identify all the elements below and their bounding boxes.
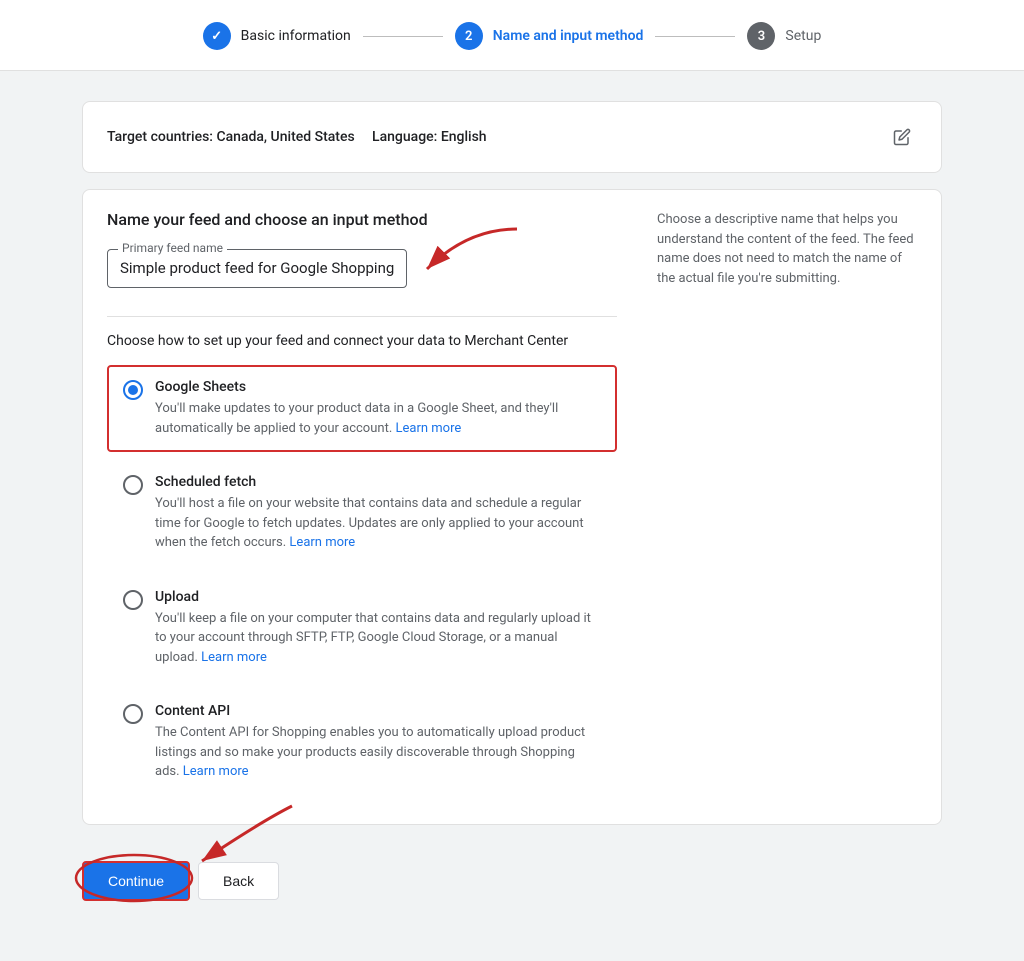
input-value: Simple product feed for Google Shopping xyxy=(120,258,394,279)
feed-help-text: Choose a descriptive name that helps you… xyxy=(657,210,917,804)
step-3-label: Setup xyxy=(785,28,821,44)
stepper: ✓ Basic information 2 Name and input met… xyxy=(0,0,1024,71)
upload-learn-more[interactable]: Learn more xyxy=(201,650,267,665)
content-api-title: Content API xyxy=(155,703,601,719)
step-1: ✓ Basic information xyxy=(203,22,351,50)
arrow-annotation xyxy=(407,219,527,299)
google-sheets-desc-text: You'll make updates to your product data… xyxy=(155,401,558,436)
step-3-circle: 3 xyxy=(747,22,775,50)
edit-button[interactable] xyxy=(887,122,917,152)
google-sheets-desc: You'll make updates to your product data… xyxy=(155,399,601,438)
upload-content: Upload You'll keep a file on your comput… xyxy=(155,589,601,668)
step-2-label: Name and input method xyxy=(493,28,644,44)
feed-card-left: Name your feed and choose an input metho… xyxy=(107,210,617,804)
continue-wrapper: Continue xyxy=(82,861,190,901)
radio-scheduled-fetch[interactable] xyxy=(123,475,143,495)
target-countries-value: Canada, United States xyxy=(216,129,354,145)
language-label: Language: xyxy=(372,129,437,145)
google-sheets-title: Google Sheets xyxy=(155,379,601,395)
upload-desc: You'll keep a file on your computer that… xyxy=(155,609,601,668)
step-3: 3 Setup xyxy=(747,22,821,50)
back-button[interactable]: Back xyxy=(198,862,279,900)
scheduled-fetch-content: Scheduled fetch You'll host a file on yo… xyxy=(155,474,601,553)
step-connector-2 xyxy=(655,36,735,37)
feed-card: Name your feed and choose an input metho… xyxy=(82,189,942,825)
info-bar-text: Target countries: Canada, United States … xyxy=(107,129,487,145)
input-label: Primary feed name xyxy=(118,241,227,255)
continue-button[interactable]: Continue xyxy=(82,861,190,901)
divider xyxy=(107,316,617,317)
option-upload[interactable]: Upload You'll keep a file on your comput… xyxy=(107,575,617,682)
feed-card-inner: Name your feed and choose an input metho… xyxy=(107,210,917,804)
scheduled-fetch-desc-text: You'll host a file on your website that … xyxy=(155,496,584,550)
scheduled-fetch-title: Scheduled fetch xyxy=(155,474,601,490)
option-scheduled-fetch[interactable]: Scheduled fetch You'll host a file on yo… xyxy=(107,460,617,567)
google-sheets-content: Google Sheets You'll make updates to you… xyxy=(155,379,601,438)
scheduled-fetch-learn-more[interactable]: Learn more xyxy=(289,535,355,550)
upload-title: Upload xyxy=(155,589,601,605)
option-content-api[interactable]: Content API The Content API for Shopping… xyxy=(107,689,617,796)
actions-bar: Continue Back xyxy=(82,841,942,931)
step-1-circle: ✓ xyxy=(203,22,231,50)
step-2-circle: 2 xyxy=(455,22,483,50)
target-countries-label: Target countries: xyxy=(107,129,213,145)
radio-google-sheets[interactable] xyxy=(123,380,143,400)
language-value: English xyxy=(441,129,487,145)
step-connector-1 xyxy=(363,36,443,37)
continue-button-container: Continue xyxy=(82,861,190,901)
content-api-learn-more[interactable]: Learn more xyxy=(183,764,249,779)
scheduled-fetch-desc: You'll host a file on your website that … xyxy=(155,494,601,553)
feed-name-wrapper: Primary feed name Simple product feed fo… xyxy=(107,249,407,288)
step-2: 2 Name and input method xyxy=(455,22,644,50)
option-google-sheets[interactable]: Google Sheets You'll make updates to you… xyxy=(107,365,617,452)
feed-section-title: Name your feed and choose an input metho… xyxy=(107,210,617,229)
radio-options: Google Sheets You'll make updates to you… xyxy=(107,365,617,796)
step-1-label: Basic information xyxy=(241,28,351,44)
info-bar-card: Target countries: Canada, United States … xyxy=(82,101,942,173)
edit-icon xyxy=(893,128,911,146)
radio-content-api[interactable] xyxy=(123,704,143,724)
feed-name-input-group[interactable]: Primary feed name Simple product feed fo… xyxy=(107,249,407,288)
method-section-title: Choose how to set up your feed and conne… xyxy=(107,333,617,349)
google-sheets-learn-more[interactable]: Learn more xyxy=(395,421,461,436)
content-api-content: Content API The Content API for Shopping… xyxy=(155,703,601,782)
main-content: Target countries: Canada, United States … xyxy=(62,101,962,931)
content-api-desc: The Content API for Shopping enables you… xyxy=(155,723,601,782)
radio-upload[interactable] xyxy=(123,590,143,610)
